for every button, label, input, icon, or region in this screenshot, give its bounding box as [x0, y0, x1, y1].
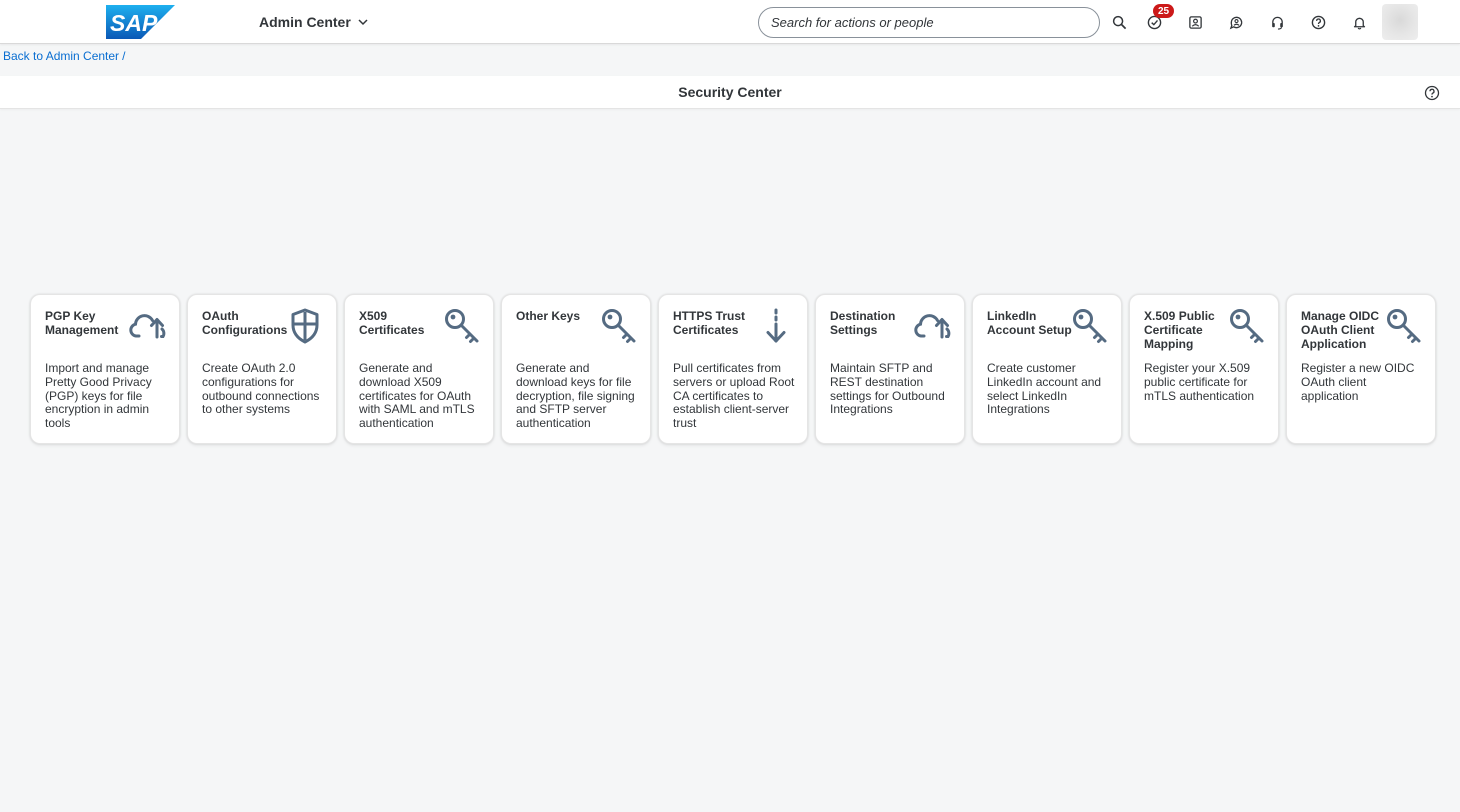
page-header: Security Center: [0, 76, 1460, 109]
notification-count-badge: 25: [1153, 4, 1174, 18]
shell-bar: SAP Admin Center 25: [0, 0, 1460, 44]
tile-description: Maintain SFTP and REST destination setti…: [830, 361, 945, 417]
tile-description: Create customer LinkedIn account and sel…: [987, 361, 1102, 417]
contact-card-icon[interactable]: [1184, 11, 1206, 33]
chat-bot-icon[interactable]: [1225, 11, 1247, 33]
help-icon[interactable]: [1424, 85, 1440, 101]
tile-description: Pull certificates from servers or upload…: [673, 361, 795, 431]
back-to-admin-center-link[interactable]: Back to Admin Center: [3, 49, 119, 63]
cloud-upload-icon: [914, 314, 951, 339]
tile-title: Manage OIDC OAuth Client Application: [1301, 309, 1380, 351]
key-icon: [445, 309, 479, 343]
shield-icon: [291, 308, 319, 344]
key-icon: [1073, 309, 1107, 343]
product-menu[interactable]: Admin Center: [259, 12, 369, 32]
tile-description: Create OAuth 2.0 configurations for outb…: [202, 361, 320, 417]
breadcrumb-separator: /: [122, 49, 126, 63]
tile-description: Register your X.509 public certificate f…: [1144, 361, 1255, 403]
key-icon: [1230, 309, 1264, 343]
product-title: Admin Center: [259, 14, 351, 30]
tile-other-keys[interactable]: Other Keys Generate and download keys fo…: [501, 294, 651, 444]
tile-linkedin-account-setup[interactable]: LinkedIn Account Setup Create customer L…: [972, 294, 1122, 444]
tile-description: Import and manage Pretty Good Privacy (P…: [45, 361, 152, 431]
bell-icon[interactable]: [1348, 11, 1370, 33]
tile-description: Generate and download keys for file decr…: [516, 361, 635, 431]
page-title: Security Center: [678, 84, 782, 100]
tile-x509-certificates[interactable]: X509 Certificates Generate and download …: [344, 294, 494, 444]
tile-title: Destination Settings: [830, 309, 896, 337]
headset-icon[interactable]: [1266, 11, 1288, 33]
search-input[interactable]: [758, 7, 1100, 38]
tile-manage-oidc-oauth-client-application[interactable]: Manage OIDC OAuth Client Application Reg…: [1286, 294, 1436, 444]
tile-x509-public-certificate-mapping[interactable]: X.509 Public Certificate Mapping Registe…: [1129, 294, 1279, 444]
tile-pgp-key-management[interactable]: PGP Key Management Import and manage Pre…: [30, 294, 180, 444]
svg-text:SAP: SAP: [110, 10, 158, 36]
tile-container: PGP Key Management Import and manage Pre…: [30, 294, 1436, 444]
breadcrumb: Back to Admin Center /: [3, 49, 125, 63]
tile-title: HTTPS Trust Certificates: [673, 309, 746, 337]
help-icon[interactable]: [1307, 11, 1329, 33]
key-icon: [1387, 309, 1421, 343]
tile-title: Other Keys: [516, 309, 581, 323]
tile-title: OAuth Configurations: [202, 309, 288, 337]
sap-logo[interactable]: SAP: [106, 5, 175, 39]
chevron-down-icon: [358, 19, 368, 26]
tile-destination-settings[interactable]: Destination Settings Maintain SFTP and R…: [815, 294, 965, 444]
cloud-upload-icon: [129, 314, 166, 339]
tile-description: Generate and download X509 certificates …: [359, 361, 475, 431]
tile-title: X509 Certificates: [359, 309, 425, 337]
search-icon[interactable]: [1108, 11, 1130, 33]
tile-https-trust-certificates[interactable]: HTTPS Trust Certificates Pull certificat…: [658, 294, 808, 444]
tile-title: LinkedIn Account Setup: [987, 309, 1072, 337]
tile-description: Register a new OIDC OAuth client applica…: [1301, 361, 1415, 403]
user-avatar[interactable]: [1382, 4, 1418, 40]
tile-title: X.509 Public Certificate Mapping: [1144, 309, 1215, 351]
tile-oauth-configurations[interactable]: OAuth Configurations Create OAuth 2.0 co…: [187, 294, 337, 444]
tile-title: PGP Key Management: [45, 309, 119, 337]
key-icon: [602, 309, 636, 343]
download-arrow-icon: [766, 308, 786, 343]
